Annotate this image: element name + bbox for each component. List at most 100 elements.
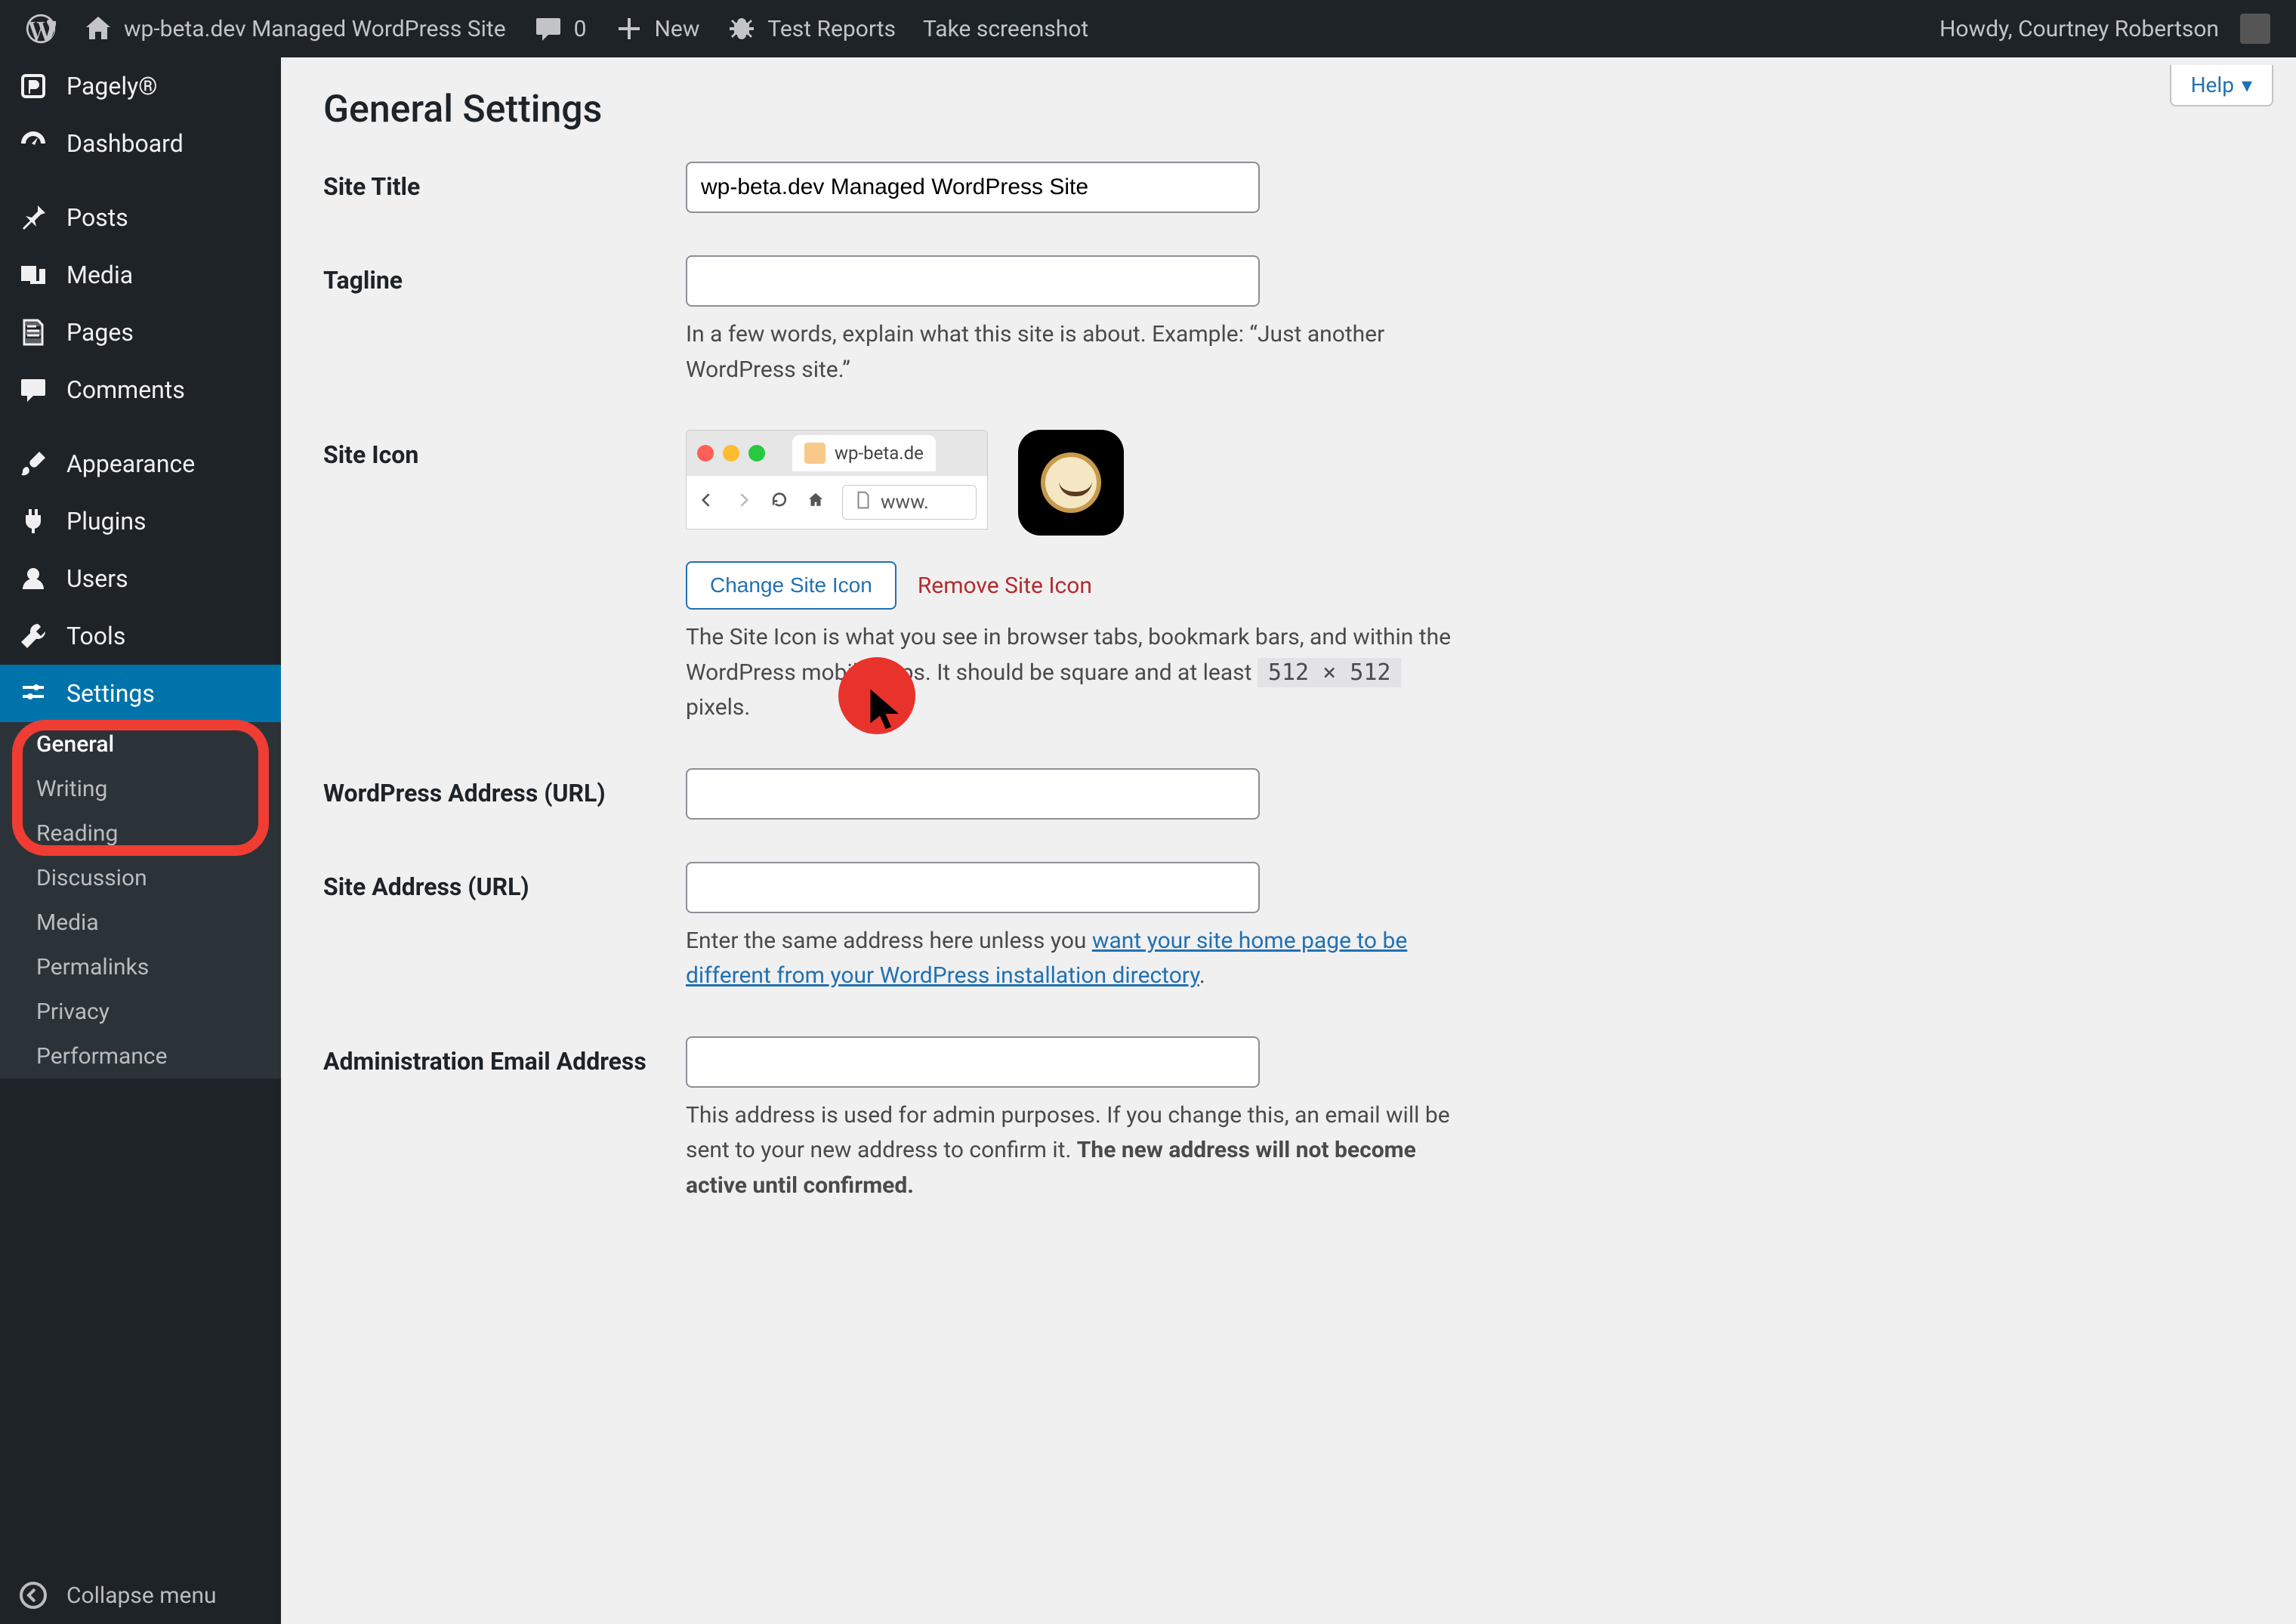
app-icon-preview xyxy=(1018,430,1124,536)
my-account[interactable]: Howdy, Courtney Robertson xyxy=(1926,0,2284,57)
input-site-url[interactable] xyxy=(686,862,1260,913)
desc-site-icon: The Site Icon is what you see in browser… xyxy=(686,620,1456,726)
desc-tagline: In a few words, explain what this site i… xyxy=(686,317,1456,387)
menu-media[interactable]: Media xyxy=(0,246,281,304)
comments-link[interactable]: 0 xyxy=(520,0,600,57)
favicon-icon xyxy=(804,443,826,464)
menu-users[interactable]: Users xyxy=(0,550,281,607)
submenu-permalinks[interactable]: Permalinks xyxy=(0,945,281,990)
site-icon-dim: 512 × 512 xyxy=(1258,658,1402,687)
input-site-title[interactable] xyxy=(686,162,1260,213)
test-reports[interactable]: Test Reports xyxy=(713,0,909,57)
menu-dashboard[interactable]: Dashboard xyxy=(0,115,281,172)
mac-min-icon xyxy=(723,445,739,462)
admin-bar: wp-beta.dev Managed WordPress Site 0 New… xyxy=(0,0,2296,57)
help-tab[interactable]: Help ▾ xyxy=(2170,65,2273,107)
mac-max-icon xyxy=(748,445,765,462)
howdy-label: Howdy, Courtney Robertson xyxy=(1940,16,2219,42)
menu-comments[interactable]: Comments xyxy=(0,361,281,418)
page-doc-icon xyxy=(853,490,873,515)
plug-icon xyxy=(18,506,48,536)
settings-submenu: General Writing Reading Discussion Media… xyxy=(0,722,281,1079)
home-icon xyxy=(83,14,113,44)
input-wp-url[interactable] xyxy=(686,768,1260,820)
menu-posts[interactable]: Posts xyxy=(0,189,281,246)
collapse-menu[interactable]: Collapse menu xyxy=(0,1567,281,1624)
collapse-icon xyxy=(18,1580,48,1610)
plus-icon xyxy=(614,14,644,44)
row-site-url: Site Address (URL) Enter the same addres… xyxy=(323,862,2254,994)
label-site-title: Site Title xyxy=(323,162,686,201)
menu-pages-label: Pages xyxy=(66,318,134,347)
tab-title: wp-beta.de xyxy=(835,443,924,464)
menu-pages[interactable]: Pages xyxy=(0,304,281,361)
screenshot-label: Take screenshot xyxy=(923,16,1088,42)
menu-pagely[interactable]: Pagely® xyxy=(0,57,281,115)
menu-users-label: Users xyxy=(66,564,128,593)
back-icon xyxy=(697,490,717,515)
menu-tools[interactable]: Tools xyxy=(0,607,281,665)
menu-plugins-label: Plugins xyxy=(66,507,147,536)
avatar xyxy=(2240,14,2270,44)
comment-icon xyxy=(533,14,563,44)
page-body: General Settings Site Title Tagline In a… xyxy=(281,57,2296,1624)
help-label: Help xyxy=(2191,73,2234,97)
submenu-discussion[interactable]: Discussion xyxy=(0,856,281,900)
wrench-icon xyxy=(18,621,48,651)
dashboard-icon xyxy=(18,128,48,159)
sliders-icon xyxy=(18,678,48,709)
comments-count: 0 xyxy=(574,16,587,42)
menu-dashboard-label: Dashboard xyxy=(66,129,184,158)
input-admin-email[interactable] xyxy=(686,1036,1260,1088)
remove-site-icon-link[interactable]: Remove Site Icon xyxy=(918,573,1092,599)
submenu-reading[interactable]: Reading xyxy=(0,811,281,856)
row-site-icon: Site Icon wp-beta.de xyxy=(323,430,2254,726)
menu-plugins[interactable]: Plugins xyxy=(0,492,281,550)
forward-icon xyxy=(733,490,753,515)
menu-comments-label: Comments xyxy=(66,375,185,404)
submenu-privacy[interactable]: Privacy xyxy=(0,990,281,1034)
menu-posts-label: Posts xyxy=(66,203,128,232)
wordpress-icon xyxy=(26,14,56,44)
new-label: New xyxy=(655,16,700,42)
pin-icon xyxy=(18,202,48,233)
menu-settings[interactable]: Settings xyxy=(0,665,281,722)
page-title: General Settings xyxy=(323,88,2254,131)
label-wp-url: WordPress Address (URL) xyxy=(323,768,686,807)
submenu-general[interactable]: General xyxy=(0,722,281,767)
url-text: www. xyxy=(881,491,929,514)
take-screenshot[interactable]: Take screenshot xyxy=(909,0,1102,57)
menu-appearance[interactable]: Appearance xyxy=(0,435,281,492)
chevron-down-icon: ▾ xyxy=(2242,73,2252,97)
menu-settings-label: Settings xyxy=(66,679,155,708)
mac-close-icon xyxy=(697,445,714,462)
browser-tab: wp-beta.de xyxy=(792,435,936,471)
submenu-performance[interactable]: Performance xyxy=(0,1034,281,1079)
row-site-title: Site Title xyxy=(323,162,2254,213)
collapse-label: Collapse menu xyxy=(66,1582,217,1609)
submenu-media[interactable]: Media xyxy=(0,900,281,945)
home-icon xyxy=(806,490,826,515)
desc-site-url: Enter the same address here unless you w… xyxy=(686,924,1456,994)
menu-media-label: Media xyxy=(66,261,133,289)
site-name[interactable]: wp-beta.dev Managed WordPress Site xyxy=(69,0,520,57)
reload-icon xyxy=(770,490,789,515)
row-admin-email: Administration Email Address This addres… xyxy=(323,1036,2254,1204)
input-tagline[interactable] xyxy=(686,255,1260,307)
wp-logo[interactable] xyxy=(12,0,69,57)
label-admin-email: Administration Email Address xyxy=(323,1036,686,1076)
change-site-icon-button[interactable]: Change Site Icon xyxy=(686,561,896,610)
admin-menu: Pagely® Dashboard Posts Media Pages Comm… xyxy=(0,57,281,1624)
menu-appearance-label: Appearance xyxy=(66,449,195,478)
submenu-writing[interactable]: Writing xyxy=(0,767,281,811)
menu-tools-label: Tools xyxy=(66,622,125,650)
bug-icon xyxy=(727,14,757,44)
label-site-icon: Site Icon xyxy=(323,430,686,469)
user-icon xyxy=(18,563,48,594)
test-reports-label: Test Reports xyxy=(767,16,896,42)
menu-pagely-label: Pagely® xyxy=(66,72,157,100)
row-tagline: Tagline In a few words, explain what thi… xyxy=(323,255,2254,387)
label-site-url: Site Address (URL) xyxy=(323,862,686,901)
new-content[interactable]: New xyxy=(600,0,714,57)
brush-icon xyxy=(18,449,48,479)
